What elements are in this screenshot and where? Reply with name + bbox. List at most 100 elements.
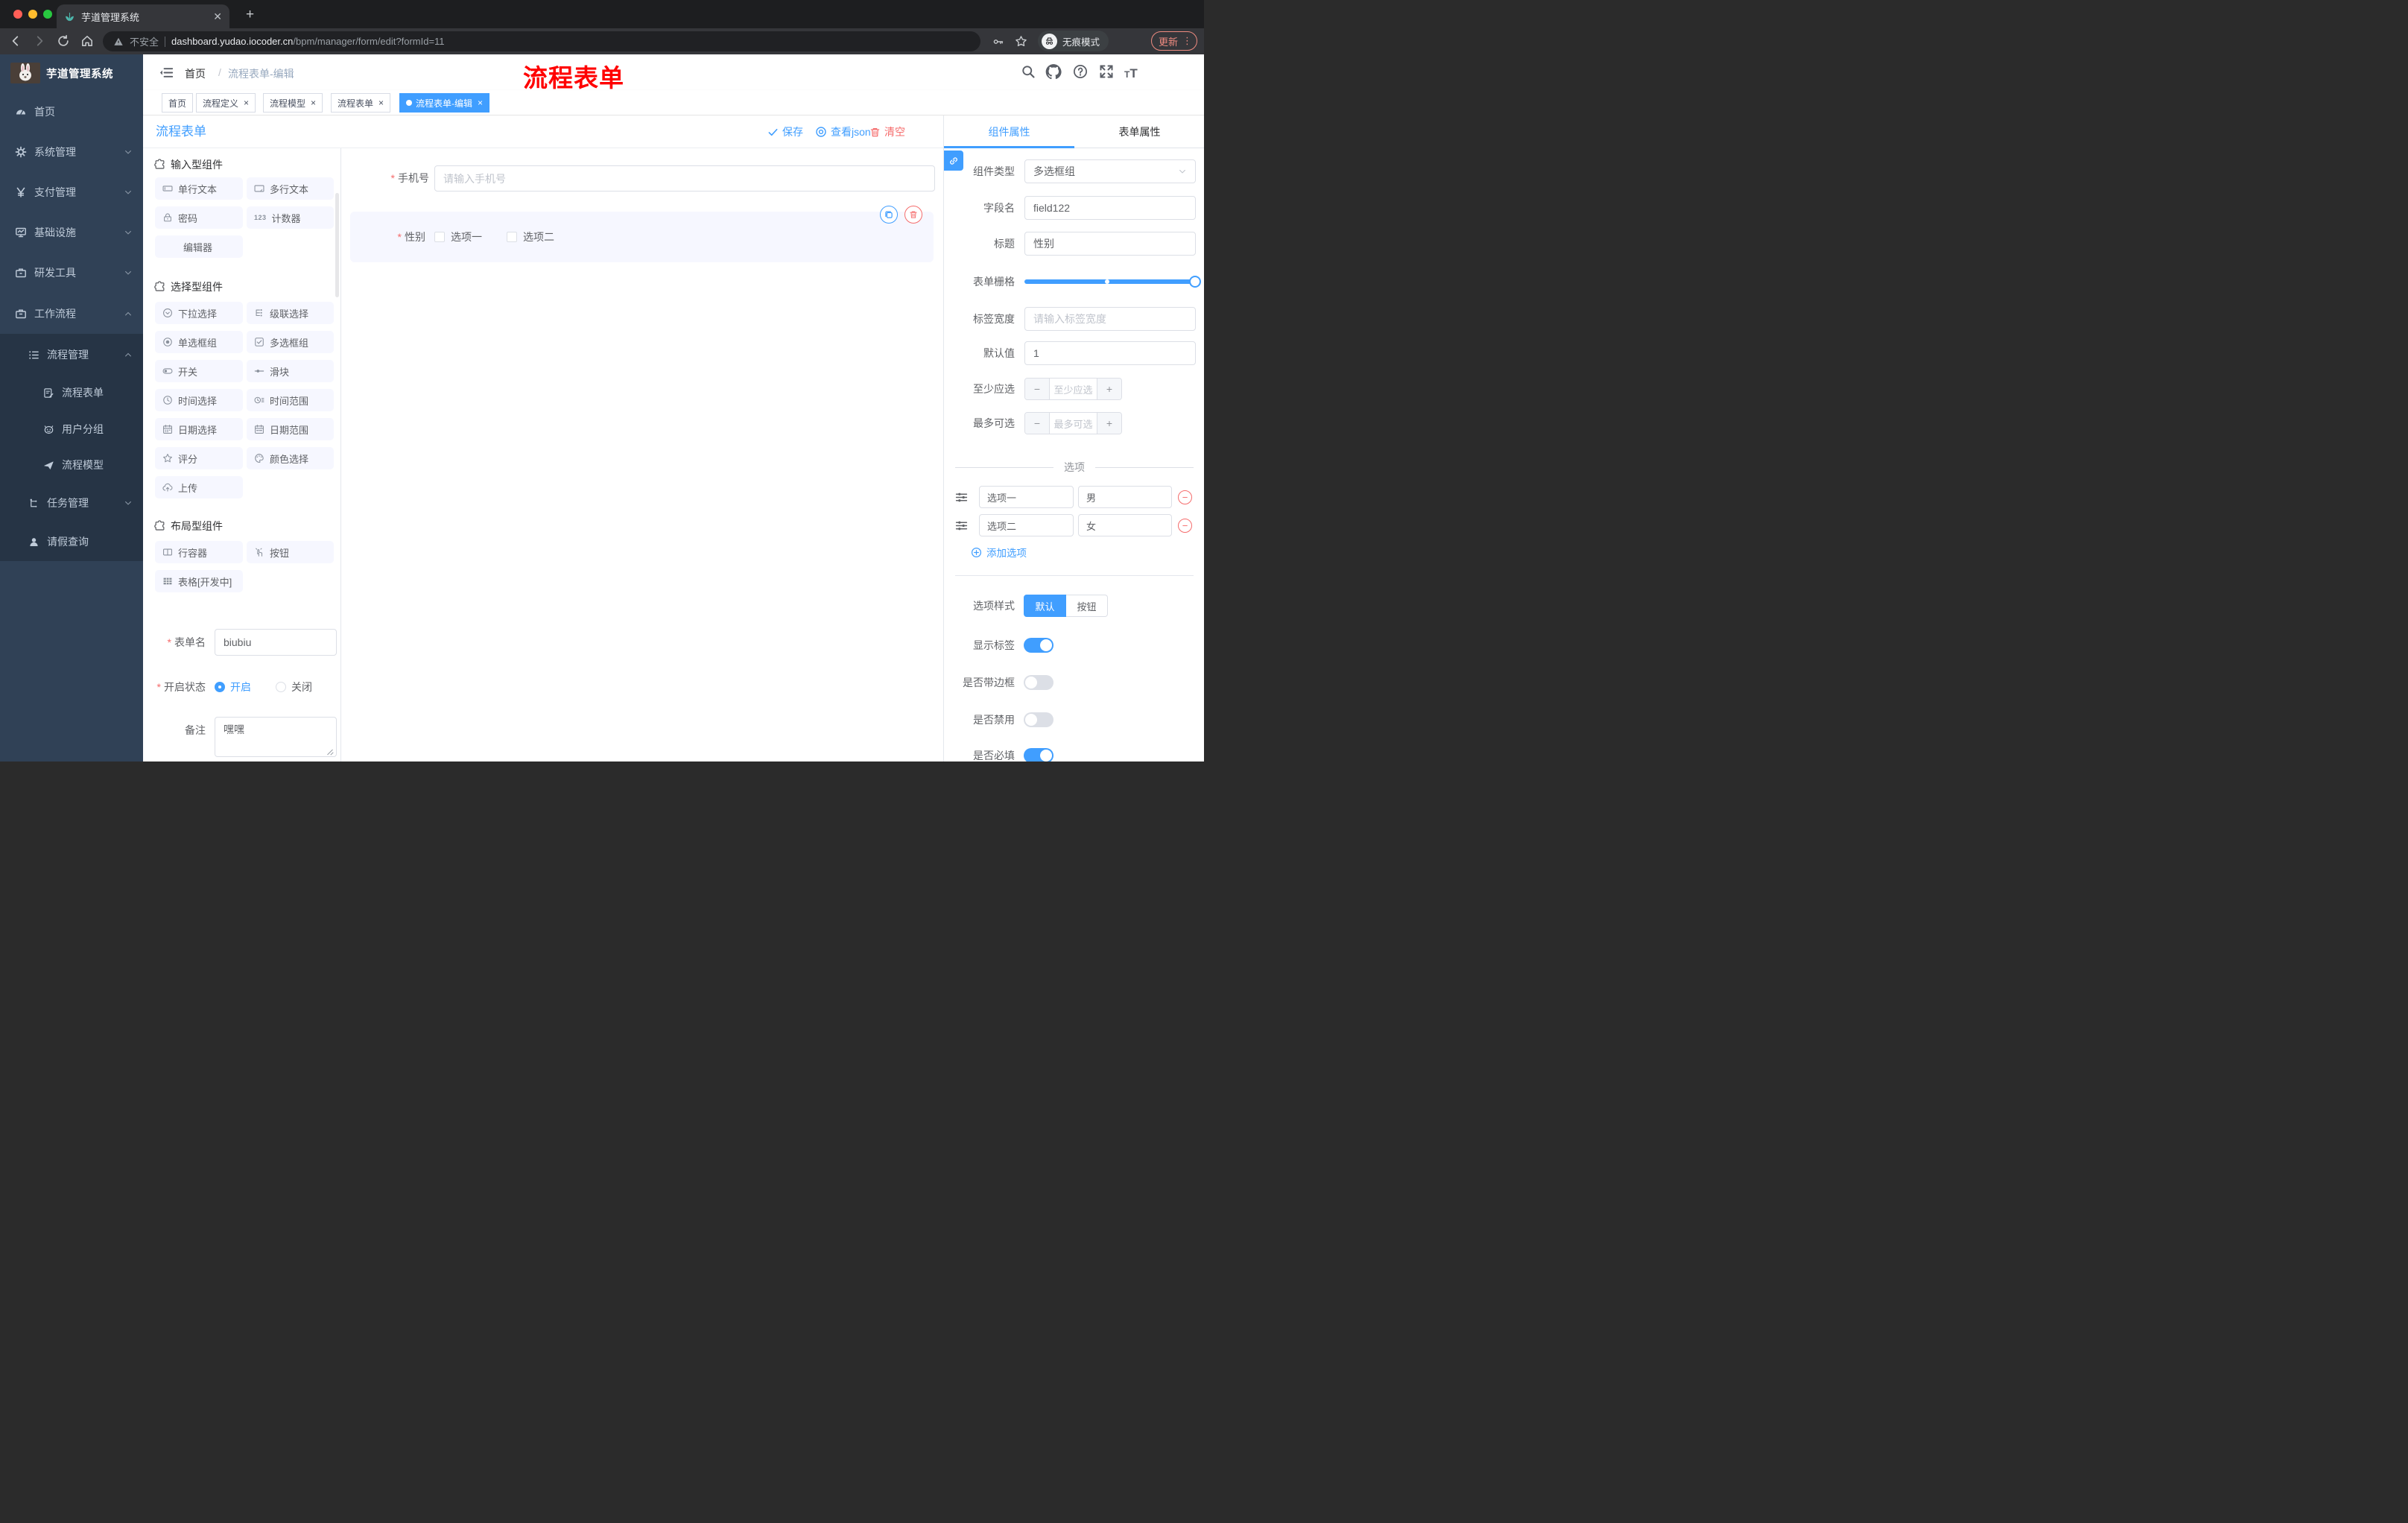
browser-menu-icon[interactable]: ⋮	[1182, 35, 1192, 47]
option-value-input[interactable]	[1078, 514, 1172, 536]
palette-item-color-picker[interactable]: 颜色选择	[247, 447, 334, 469]
stepper-placeholder[interactable]: 至少应选	[1050, 379, 1097, 399]
tab-form-props[interactable]: 表单属性	[1074, 115, 1204, 148]
sidebar-item-process-form[interactable]: 流程表单	[0, 374, 143, 411]
palette-item-cascader[interactable]: 级联选择	[247, 302, 334, 324]
field-name-input[interactable]	[1024, 196, 1196, 220]
view-json-button[interactable]: 查看json	[815, 115, 871, 148]
form-remark-textarea[interactable]: 嘿嘿	[215, 717, 337, 757]
palette-item-slider[interactable]: 滑块	[247, 360, 334, 382]
palette-item-editor[interactable]: 编辑器	[155, 235, 243, 258]
help-icon[interactable]	[1073, 64, 1088, 79]
default-value-input[interactable]	[1024, 341, 1196, 365]
palette-item-date-range[interactable]: 日期范围	[247, 418, 334, 440]
form-name-input[interactable]	[215, 629, 337, 656]
home-icon[interactable]	[80, 34, 94, 48]
drag-handle-icon[interactable]	[955, 491, 968, 504]
sidebar-item-system[interactable]: 系统管理	[0, 132, 143, 172]
status-radio-off[interactable]: 关闭	[276, 674, 312, 700]
option-label-input[interactable]	[979, 486, 1074, 508]
increase-button[interactable]: +	[1097, 379, 1121, 399]
collapse-sidebar-icon[interactable]	[159, 66, 174, 80]
tab-close-icon[interactable]: ✕	[213, 11, 222, 22]
window-zoom-button[interactable]	[43, 10, 52, 19]
tag-process-form-edit[interactable]: 流程表单-编辑 ×	[399, 93, 490, 113]
style-button-button[interactable]: 按钮	[1066, 595, 1108, 617]
tag-close-icon[interactable]: ×	[378, 98, 384, 107]
fullscreen-icon[interactable]	[1099, 64, 1114, 79]
tag-close-icon[interactable]: ×	[478, 98, 483, 107]
tab-component-props[interactable]: 组件属性	[944, 115, 1074, 148]
github-icon[interactable]	[1045, 63, 1062, 80]
palette-item-password[interactable]: 密码	[155, 206, 243, 229]
tag-home[interactable]: 首页	[162, 93, 194, 113]
remove-option-button[interactable]: −	[1178, 490, 1192, 504]
new-tab-button[interactable]: +	[246, 7, 254, 22]
address-bar[interactable]: 不安全 dashboard.yudao.iocoder.cn/bpm/manag…	[103, 31, 980, 51]
window-minimize-button[interactable]	[28, 10, 37, 19]
forward-icon[interactable]	[33, 34, 46, 48]
palette-item-button[interactable]: 按钮	[247, 541, 334, 563]
decrease-button[interactable]: −	[1025, 413, 1050, 434]
component-type-select[interactable]: 多选框组	[1024, 159, 1196, 183]
incognito-badge[interactable]: 无痕模式	[1038, 31, 1109, 51]
checkbox-icon[interactable]	[507, 232, 517, 242]
palette-item-multi-text[interactable]: 多行文本	[247, 177, 334, 200]
gender-checkbox-option2[interactable]: 选项二	[507, 212, 554, 262]
palette-item-counter[interactable]: 123 计数器	[247, 206, 334, 229]
textarea-resize-handle[interactable]	[326, 747, 334, 755]
disabled-toggle[interactable]	[1024, 712, 1054, 727]
sidebar-item-process-mgmt[interactable]: 流程管理	[0, 336, 143, 373]
sidebar-item-payment[interactable]: 支付管理	[0, 172, 143, 212]
sidebar-item-home[interactable]: 首页	[0, 92, 143, 132]
increase-button[interactable]: +	[1097, 413, 1121, 434]
palette-item-table[interactable]: 表格[开发中]	[155, 570, 243, 592]
status-radio-on[interactable]: 开启	[215, 674, 251, 700]
border-toggle[interactable]	[1024, 675, 1054, 690]
option-label-input[interactable]	[979, 514, 1074, 536]
tag-close-icon[interactable]: ×	[244, 98, 249, 107]
back-icon[interactable]	[9, 34, 22, 48]
breadcrumb-home[interactable]: 首页	[185, 66, 206, 81]
sidebar-item-infra[interactable]: 基础设施	[0, 212, 143, 253]
gender-checkbox-option1[interactable]: 选项一	[434, 212, 482, 262]
decrease-button[interactable]: −	[1025, 379, 1050, 399]
slider-handle[interactable]	[1189, 276, 1201, 288]
sidebar-item-process-model[interactable]: 流程模型	[0, 446, 143, 484]
option-value-input[interactable]	[1078, 486, 1172, 508]
palette-item-select[interactable]: 下拉选择	[155, 302, 243, 324]
sidebar-item-devtools[interactable]: 研发工具	[0, 253, 143, 293]
add-option-button[interactable]: 添加选项	[971, 545, 1027, 560]
palette-item-upload[interactable]: 上传	[155, 476, 243, 498]
palette-item-date-picker[interactable]: 日期选择	[155, 418, 243, 440]
sidebar-item-user-group[interactable]: 用户分组	[0, 411, 143, 448]
delete-component-button[interactable]	[904, 206, 922, 224]
stepper-placeholder[interactable]: 最多可选	[1050, 413, 1097, 434]
style-default-button[interactable]: 默认	[1024, 595, 1066, 617]
tag-process-form[interactable]: 流程表单 ×	[331, 93, 391, 113]
label-width-input[interactable]	[1024, 307, 1196, 331]
palette-item-radio-group[interactable]: 单选框组	[155, 331, 243, 353]
password-key-icon[interactable]	[992, 36, 1004, 48]
save-button[interactable]: 保存	[767, 115, 803, 148]
palette-item-row-container[interactable]: 行容器	[155, 541, 243, 563]
tag-close-icon[interactable]: ×	[311, 98, 316, 107]
drag-handle-icon[interactable]	[955, 519, 968, 532]
palette-item-rate[interactable]: 评分	[155, 447, 243, 469]
palette-scrollbar[interactable]	[335, 193, 339, 297]
font-size-icon[interactable]: TT	[1124, 66, 1138, 81]
phone-field-input[interactable]	[434, 165, 935, 191]
tag-process-definition[interactable]: 流程定义 ×	[196, 93, 256, 113]
selected-component[interactable]: 性别 选项一 选项二	[350, 212, 934, 262]
remove-option-button[interactable]: −	[1178, 519, 1192, 533]
sidebar-item-leave-query[interactable]: 请假查询	[0, 523, 143, 560]
show-label-toggle[interactable]	[1024, 638, 1054, 653]
palette-item-switch[interactable]: 开关	[155, 360, 243, 382]
sidebar-item-task-mgmt[interactable]: 任务管理	[0, 484, 143, 522]
palette-item-time-picker[interactable]: 时间选择	[155, 389, 243, 411]
bookmark-star-icon[interactable]	[1015, 35, 1027, 48]
browser-tab[interactable]: 芋道管理系统 ✕	[57, 4, 229, 28]
grid-slider[interactable]	[1024, 276, 1201, 288]
update-button[interactable]: 更新 ⋮	[1151, 31, 1197, 51]
clear-button[interactable]: 清空	[869, 115, 905, 148]
